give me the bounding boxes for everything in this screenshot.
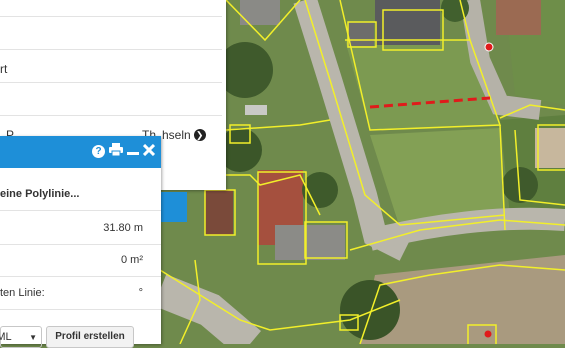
- angle-label: ten Linie:: [0, 287, 45, 299]
- create-profile-button[interactable]: Profil erstellen: [46, 326, 134, 348]
- length-row: 31.80 m: [0, 214, 161, 245]
- format-select[interactable]: KML ▼: [0, 326, 42, 348]
- angle-row: ten Linie: °: [0, 279, 161, 310]
- chevron-down-icon: ▼: [29, 333, 37, 342]
- measure-tool-window: ? eine Polylinie... 31.80 m 0 m² ten Lin…: [0, 136, 161, 348]
- panel-row[interactable]: [0, 17, 222, 50]
- panel-accent-bar: [160, 192, 187, 222]
- close-icon[interactable]: [142, 143, 156, 159]
- minimize-icon[interactable]: [127, 143, 139, 159]
- swap-label: hseln: [162, 128, 191, 142]
- panel-row[interactable]: [0, 0, 222, 17]
- area-value: 0 m²: [121, 254, 143, 266]
- swap-link[interactable]: hseln ❯: [162, 128, 206, 142]
- tool-title: eine Polylinie...: [0, 188, 80, 200]
- area-row: 0 m²: [0, 246, 161, 277]
- length-value: 31.80 m: [103, 222, 143, 234]
- panel-row-label: rt: [0, 62, 8, 76]
- panel-row[interactable]: rt: [0, 50, 222, 83]
- angle-value: °: [138, 287, 143, 299]
- panel-row[interactable]: [0, 83, 222, 116]
- help-icon[interactable]: ?: [92, 144, 105, 158]
- format-select-value: KML: [0, 331, 12, 343]
- tool-header[interactable]: ?: [0, 136, 161, 168]
- tool-header-icons: ?: [92, 143, 156, 159]
- chevron-right-icon: ❯: [193, 129, 206, 141]
- print-icon[interactable]: [109, 143, 123, 159]
- tool-title-row: eine Polylinie...: [0, 180, 161, 211]
